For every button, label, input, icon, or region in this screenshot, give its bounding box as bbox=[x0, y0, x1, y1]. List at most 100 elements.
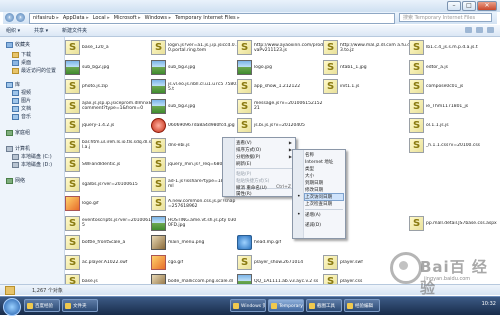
breadcrumb-item[interactable]: nifasirub bbox=[33, 15, 59, 21]
context-menu-item[interactable]: 刷新(E) bbox=[236, 161, 293, 167]
sidebar-item[interactable]: 视频 bbox=[12, 89, 31, 96]
sort-option[interactable]: 名称 bbox=[305, 152, 343, 158]
context-menu-item[interactable]: 分组依据(P) ▶ bbox=[236, 154, 293, 160]
file-item[interactable]: sub_bg3.jpg bbox=[151, 98, 239, 115]
start-button[interactable] bbox=[3, 298, 21, 316]
minimize-button[interactable]: – bbox=[447, 1, 461, 11]
taskbar-button[interactable]: 经验编辑 bbox=[344, 299, 380, 312]
file-item[interactable]: ntab1_1.jpg bbox=[323, 59, 411, 76]
breadcrumb-item[interactable]: Windows bbox=[145, 15, 171, 21]
file-item[interactable]: edtor_a.js bbox=[409, 59, 497, 76]
sort-option[interactable]: 上次访问日期 bbox=[297, 193, 344, 201]
file-item[interactable]: sub_bg3.jpg bbox=[151, 59, 239, 76]
file-name: _h.1.1.css?v=20100.css bbox=[426, 142, 481, 148]
file-item[interactable]: js.vl.eo.js.nbll.cl.u1.u7c5 758015.t bbox=[151, 78, 239, 95]
file-item[interactable]: ac.player.A1022.swf bbox=[65, 254, 153, 271]
new-folder-button[interactable]: 新建文件夹 bbox=[62, 27, 87, 34]
breadcrumb-item[interactable]: AppData bbox=[63, 15, 89, 21]
file-item[interactable]: _h.1.1.css?v=20100.css bbox=[409, 137, 497, 154]
context-menu-item[interactable]: 属性(R) bbox=[236, 191, 293, 197]
sidebar-item[interactable]: 下载 bbox=[12, 51, 31, 58]
file-item[interactable]: 060690967da8a4d980fcd.jpg bbox=[151, 117, 239, 134]
file-item[interactable]: login.js?ver=a1.js.j.ip.jsiccd.0.10.port… bbox=[151, 39, 239, 56]
organize-button[interactable]: 组织 ▾ bbox=[6, 27, 20, 34]
file-item[interactable]: sgalbs.js?ver=20100615 bbox=[65, 176, 153, 193]
sort-option[interactable]: Internet 地址 bbox=[305, 159, 343, 165]
sort-option[interactable]: 上次检查日期 bbox=[305, 201, 343, 207]
file-item[interactable]: logo.jpg bbox=[237, 59, 325, 76]
file-js-icon bbox=[65, 137, 80, 153]
file-item[interactable]: base_120_a bbox=[65, 39, 153, 56]
file-item[interactable]: ol.1.1.js.js bbox=[409, 117, 497, 134]
breadcrumb-item[interactable]: Local bbox=[93, 15, 110, 21]
file-item[interactable]: photo.js.zip bbox=[65, 78, 153, 95]
sort-option[interactable]: 到期日期 bbox=[305, 180, 343, 186]
file-item[interactable]: sub_bg2.jpg bbox=[65, 59, 153, 76]
breadcrumb-item[interactable]: Temporary Internet Files bbox=[175, 15, 240, 21]
view-options-icon[interactable] bbox=[465, 27, 472, 33]
file-item[interactable]: http://www.ayaoxinn.com/prod.vaPv211123.… bbox=[237, 39, 325, 56]
sidebar-item[interactable]: 本地磁盘 (C:) bbox=[12, 153, 52, 160]
file-item[interactable]: pp.mall.detail.JS7base.css.aspx bbox=[409, 215, 497, 232]
taskbar-button[interactable]: Temporary ... bbox=[268, 299, 304, 312]
sort-option[interactable]: 类型 bbox=[305, 166, 343, 172]
file-item[interactable]: jquery-1.4.2.js bbox=[65, 117, 153, 134]
sidebar-item[interactable]: 文档 bbox=[12, 105, 31, 112]
file-item[interactable]: http://www.mal.jz.dl.cxm a.fu.d3.to.jz bbox=[323, 39, 411, 56]
search-input[interactable]: 搜索 Temporary Internet Files bbox=[399, 13, 492, 22]
sort-option[interactable]: 大小 bbox=[305, 173, 343, 179]
sort-option[interactable]: 递增(A) bbox=[297, 211, 343, 218]
sidebar-item[interactable]: 网络 bbox=[6, 177, 25, 184]
file-item[interactable]: bottle_frontScale_a bbox=[65, 234, 153, 251]
taskbar-button[interactable]: 百度经验 bbox=[24, 299, 60, 312]
file-item[interactable]: HOSTING.ame.vt.sh.js.pty 0300FD.jpg bbox=[151, 215, 239, 232]
sidebar-item[interactable]: 本地磁盘 (D:) bbox=[12, 161, 52, 168]
file-item[interactable]: eventoscripts.js?ver=20100615 bbox=[65, 215, 153, 232]
file-item[interactable]: cgo.gif bbox=[151, 254, 239, 271]
sidebar-item[interactable]: 收藏夹 bbox=[6, 41, 30, 48]
sidebar-item[interactable]: 桌面 bbox=[12, 59, 31, 66]
sort-option[interactable]: 递减(D) bbox=[305, 222, 343, 228]
context-menu-item[interactable]: 查看(V) ▶ bbox=[236, 140, 293, 146]
help-icon[interactable] bbox=[487, 27, 494, 33]
file-item[interactable]: compose0c01_js bbox=[409, 78, 497, 95]
sidebar-item[interactable]: 计算机 bbox=[6, 145, 30, 152]
close-button[interactable]: ✕ bbox=[477, 1, 497, 11]
file-name: http://www.mal.jz.dl.cxm a.fu.d3.to.jz bbox=[340, 42, 411, 53]
file-item[interactable]: player_show.2671014 bbox=[237, 254, 325, 271]
file-item[interactable]: bar.htm.ul.ireh.ls.io.tls.sdq.dl.sl.a.j bbox=[65, 137, 153, 154]
breadcrumb[interactable]: nifasirub AppData Local Microsoft Window… bbox=[29, 13, 395, 24]
baidu-paw-logo-icon bbox=[390, 252, 422, 284]
sidebar-item-label: 视频 bbox=[21, 90, 32, 96]
preview-pane-icon[interactable] bbox=[476, 27, 483, 33]
file-item[interactable]: ajax.js.jsp.ip.jsiceprom.dlmnx&comment?t… bbox=[65, 98, 153, 115]
sidebar-item[interactable]: 音乐 bbox=[12, 113, 31, 120]
sort-option[interactable]: 修改日期 bbox=[305, 187, 343, 193]
file-item[interactable]: init1.1.js bbox=[323, 78, 411, 95]
taskbar-button[interactable]: 文件夹 bbox=[62, 299, 98, 312]
taskbar-button[interactable]: Windows 资... bbox=[230, 299, 266, 312]
file-item[interactable]: message.js?v=20100615215221 bbox=[237, 98, 325, 115]
file-item[interactable]: logo.gif bbox=[65, 195, 153, 212]
file-js-icon bbox=[65, 118, 80, 133]
clock[interactable]: 10:32 bbox=[482, 301, 496, 307]
file-item[interactable]: js.bi.js.js?v=20120405 bbox=[237, 117, 325, 134]
taskbar-button[interactable]: 截图工具 bbox=[306, 299, 342, 312]
sidebar-item[interactable]: 库 bbox=[6, 81, 20, 88]
sidebar-item[interactable]: 最近访问的位置 bbox=[12, 67, 56, 74]
file-item[interactable]: lb1.c.4_js.s.m.p.d.a.js.t bbox=[409, 39, 497, 56]
share-button[interactable]: 共享 ▾ bbox=[34, 27, 48, 34]
menu-item-label: 查看(V) bbox=[236, 141, 252, 146]
maximize-button[interactable]: □ bbox=[462, 1, 476, 11]
back-button[interactable]: ‹ bbox=[5, 13, 14, 22]
sidebar-item[interactable]: 图片 bbox=[12, 97, 31, 104]
file-item[interactable]: A.new.common.css.js.pr?snap=257618962 bbox=[151, 195, 239, 212]
file-item[interactable]: ie_Thm1171801_js bbox=[409, 98, 497, 115]
file-item[interactable]: main_menu.png bbox=[151, 234, 239, 251]
file-item[interactable]: SWFandIdentic.js bbox=[65, 156, 153, 173]
file-item[interactable]: app_show_1.212122 bbox=[237, 78, 325, 95]
sidebar-item[interactable]: 家庭组 bbox=[6, 129, 30, 136]
breadcrumb-item[interactable]: Microsoft bbox=[114, 15, 141, 21]
context-menu-item[interactable]: 排序方式(O) ▶ bbox=[236, 147, 293, 153]
forward-button[interactable]: › bbox=[16, 13, 25, 22]
